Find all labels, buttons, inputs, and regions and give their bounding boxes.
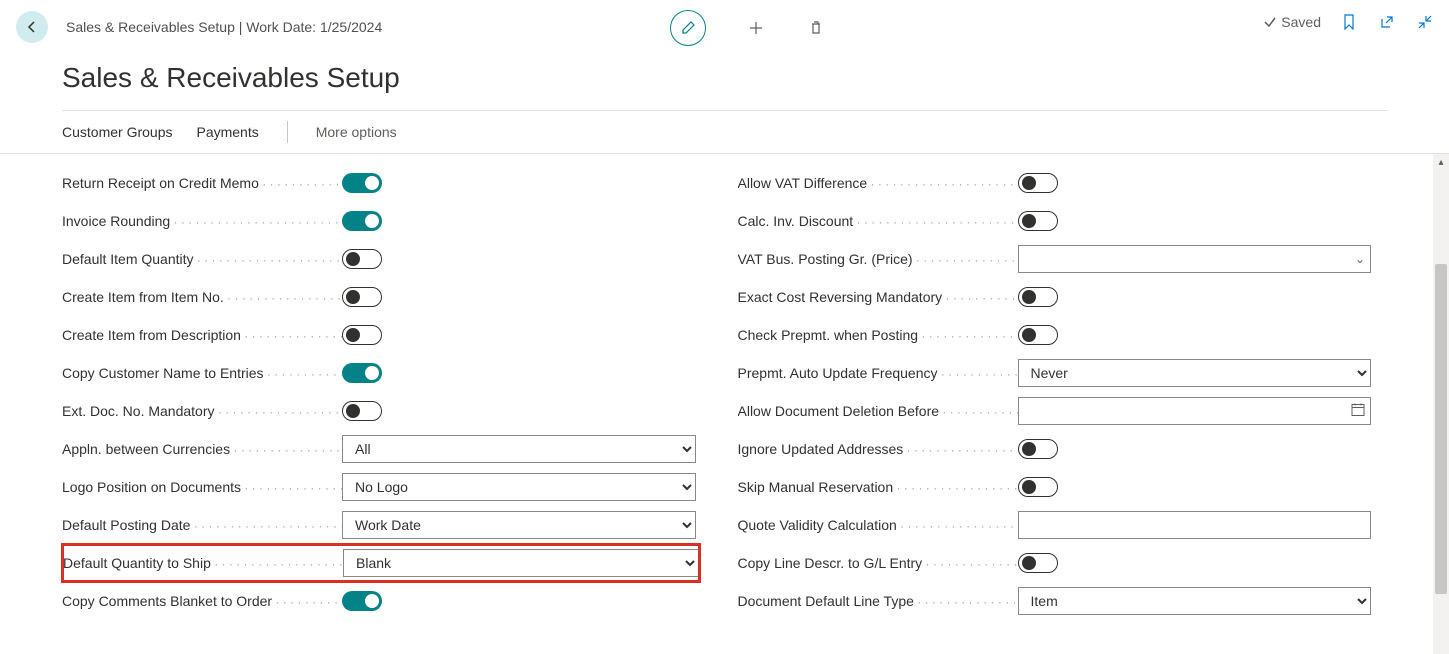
label-invoice-rounding: Invoice Rounding — [62, 213, 170, 229]
scrollbar[interactable]: ▴ — [1433, 154, 1449, 654]
trash-icon — [808, 20, 824, 36]
label-quote-validity: Quote Validity Calculation — [738, 517, 897, 533]
plus-icon — [748, 20, 764, 36]
select-document-default-line[interactable]: Item — [1018, 587, 1372, 615]
label-logo-position: Logo Position on Documents — [62, 479, 241, 495]
label-default-posting-date: Default Posting Date — [62, 517, 190, 533]
select-logo-position[interactable]: No Logo — [342, 473, 696, 501]
label-default-qty-to-ship: Default Quantity to Ship — [63, 555, 211, 571]
delete-button[interactable] — [806, 18, 826, 38]
label-copy-customer-name: Copy Customer Name to Entries — [62, 365, 264, 381]
more-options[interactable]: More options — [316, 124, 397, 140]
toggle-create-item-desc[interactable] — [342, 325, 382, 345]
label-allow-vat-diff: Allow VAT Difference — [738, 175, 868, 191]
action-payments[interactable]: Payments — [196, 124, 258, 140]
new-button[interactable] — [746, 18, 766, 38]
label-ignore-updated-addr: Ignore Updated Addresses — [738, 441, 904, 457]
input-vat-bus-posting[interactable] — [1018, 245, 1372, 273]
label-calc-inv-discount: Calc. Inv. Discount — [738, 213, 854, 229]
check-icon — [1263, 15, 1277, 29]
label-prepmt-auto-update: Prepmt. Auto Update Frequency — [738, 365, 938, 381]
scroll-up-button[interactable]: ▴ — [1433, 154, 1449, 170]
scroll-thumb[interactable] — [1435, 264, 1447, 594]
label-ext-doc-no: Ext. Doc. No. Mandatory — [62, 403, 215, 419]
label-create-item-no: Create Item from Item No. — [62, 289, 224, 305]
toggle-skip-manual-reservation[interactable] — [1018, 477, 1058, 497]
toggle-copy-customer-name[interactable] — [342, 363, 382, 383]
separator — [287, 121, 288, 143]
label-vat-bus-posting: VAT Bus. Posting Gr. (Price) — [738, 251, 913, 267]
toggle-calc-inv-discount[interactable] — [1018, 211, 1058, 231]
pencil-icon — [680, 20, 696, 36]
label-allow-doc-deletion: Allow Document Deletion Before — [738, 403, 940, 419]
label-create-item-desc: Create Item from Description — [62, 327, 241, 343]
toggle-ignore-updated-addr[interactable] — [1018, 439, 1058, 459]
label-copy-comments-blanket: Copy Comments Blanket to Order — [62, 593, 272, 609]
saved-indicator: Saved — [1263, 14, 1321, 30]
label-document-default-line: Document Default Line Type — [738, 593, 914, 609]
select-default-posting-date[interactable]: Work Date — [342, 511, 696, 539]
toggle-default-item-qty[interactable] — [342, 249, 382, 269]
edit-button[interactable] — [670, 10, 706, 46]
toggle-allow-vat-diff[interactable] — [1018, 173, 1058, 193]
breadcrumb: Sales & Receivables Setup | Work Date: 1… — [66, 19, 382, 35]
input-quote-validity[interactable] — [1018, 511, 1372, 539]
label-return-receipt: Return Receipt on Credit Memo — [62, 175, 259, 191]
label-default-item-qty: Default Item Quantity — [62, 251, 194, 267]
label-check-prepmt: Check Prepmt. when Posting — [738, 327, 919, 343]
collapse-icon — [1417, 14, 1433, 30]
saved-label: Saved — [1281, 14, 1321, 30]
arrow-left-icon — [24, 19, 40, 35]
select-appln-currencies[interactable]: All — [342, 435, 696, 463]
toggle-return-receipt[interactable] — [342, 173, 382, 193]
back-button[interactable] — [16, 11, 48, 43]
bookmark-icon — [1342, 14, 1356, 30]
toggle-copy-comments-blanket[interactable] — [342, 591, 382, 611]
toggle-invoice-rounding[interactable] — [342, 211, 382, 231]
label-exact-cost-reversing: Exact Cost Reversing Mandatory — [738, 289, 943, 305]
toggle-check-prepmt[interactable] — [1018, 325, 1058, 345]
toggle-create-item-no[interactable] — [342, 287, 382, 307]
select-prepmt-auto-update[interactable]: Never — [1018, 359, 1372, 387]
label-copy-line-descr: Copy Line Descr. to G/L Entry — [738, 555, 923, 571]
label-skip-manual-reservation: Skip Manual Reservation — [738, 479, 894, 495]
calendar-icon[interactable] — [1351, 403, 1365, 420]
toggle-exact-cost-reversing[interactable] — [1018, 287, 1058, 307]
select-default-qty-to-ship[interactable]: Blank — [343, 549, 699, 577]
collapse-button[interactable] — [1415, 12, 1435, 32]
input-allow-doc-deletion[interactable] — [1018, 397, 1372, 425]
bookmark-button[interactable] — [1339, 12, 1359, 32]
action-customer-groups[interactable]: Customer Groups — [62, 124, 172, 140]
toggle-copy-line-descr[interactable] — [1018, 553, 1058, 573]
popout-icon — [1379, 14, 1395, 30]
toggle-ext-doc-no[interactable] — [342, 401, 382, 421]
popout-button[interactable] — [1377, 12, 1397, 32]
page-title: Sales & Receivables Setup — [0, 54, 1449, 110]
label-appln-currencies: Appln. between Currencies — [62, 441, 230, 457]
